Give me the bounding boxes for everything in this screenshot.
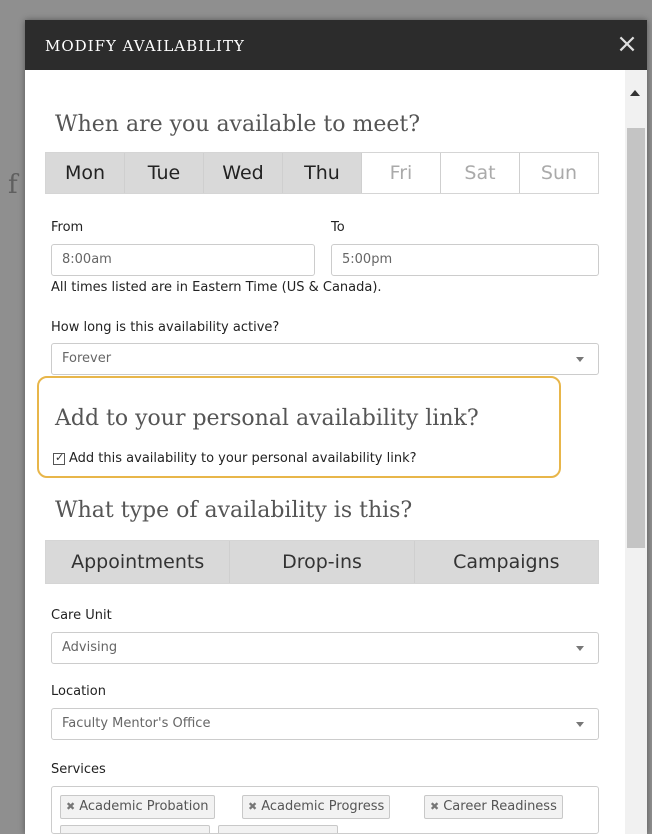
service-tag: ✖ Academic Progress: [242, 795, 391, 819]
chevron-down-icon: [576, 722, 584, 727]
type-option-drop-ins[interactable]: Drop-ins: [230, 541, 415, 583]
day-option[interactable]: Fri: [362, 153, 441, 193]
from-label: From: [51, 220, 84, 235]
remove-x-icon[interactable]: ✖: [430, 800, 439, 813]
day-option[interactable]: Tue: [125, 153, 204, 193]
chevron-down-icon: [576, 646, 584, 651]
location-label: Location: [51, 684, 106, 699]
remove-x-icon[interactable]: ✖: [66, 800, 75, 813]
timezone-note: All times listed are in Eastern Time (US…: [51, 280, 382, 295]
duration-label: How long is this availability active?: [51, 320, 280, 335]
checkmark-icon: ✓: [55, 451, 65, 464]
personal-link-checkbox-label[interactable]: Add this availability to your personal a…: [69, 451, 417, 466]
location-select[interactable]: Faculty Mentor's Office: [51, 708, 599, 740]
type-option-appointments[interactable]: Appointments: [46, 541, 231, 583]
scroll-up-arrow-icon[interactable]: [630, 90, 640, 96]
checkbox-checked-icon[interactable]: ✓: [53, 451, 65, 465]
service-tag: ✖ Career Readiness: [424, 795, 563, 819]
service-tag: ✖ Academic Probation: [60, 795, 215, 819]
day-option[interactable]: Thu: [283, 153, 362, 193]
modify-availability-modal: MODIFY AVAILABILITY × When are you avail…: [25, 20, 647, 834]
service-tag: [60, 825, 210, 833]
scrollbar[interactable]: [625, 70, 647, 834]
from-time-input[interactable]: 8:00am: [51, 244, 315, 276]
modal-header: MODIFY AVAILABILITY ×: [25, 20, 647, 70]
day-option[interactable]: Sun: [520, 153, 598, 193]
close-icon[interactable]: ×: [613, 30, 641, 58]
care-unit-select[interactable]: Advising: [51, 632, 599, 664]
days-heading: When are you available to meet?: [55, 112, 421, 137]
type-heading: What type of availability is this?: [55, 498, 413, 523]
modal-title: MODIFY AVAILABILITY: [45, 37, 245, 55]
to-time-input[interactable]: 5:00pm: [331, 244, 599, 276]
services-multiselect[interactable]: ✖ Academic Probation ✖ Academic Progress ✖…: [51, 786, 599, 834]
background-text-fragment: f: [8, 170, 18, 200]
type-option-campaigns[interactable]: Campaigns: [414, 541, 598, 583]
service-tag: [218, 825, 338, 833]
remove-x-icon[interactable]: ✖: [248, 800, 257, 813]
care-unit-value: Advising: [62, 640, 118, 655]
day-option[interactable]: Wed: [204, 153, 283, 193]
day-option[interactable]: Sat: [441, 153, 520, 193]
scrollbar-thumb[interactable]: [627, 128, 645, 548]
duration-select[interactable]: Forever: [51, 343, 599, 375]
location-value: Faculty Mentor's Office: [62, 716, 211, 731]
day-selector: Mon Tue Wed Thu Fri Sat Sun: [45, 152, 599, 194]
care-unit-label: Care Unit: [51, 608, 112, 623]
to-label: To: [331, 220, 345, 235]
services-label: Services: [51, 762, 106, 777]
duration-value: Forever: [62, 351, 112, 366]
day-option[interactable]: Mon: [46, 153, 125, 193]
type-selector: Appointments Drop-ins Campaigns: [45, 540, 599, 584]
chevron-down-icon: [576, 357, 584, 362]
personal-link-heading: Add to your personal availability link?: [55, 406, 479, 431]
